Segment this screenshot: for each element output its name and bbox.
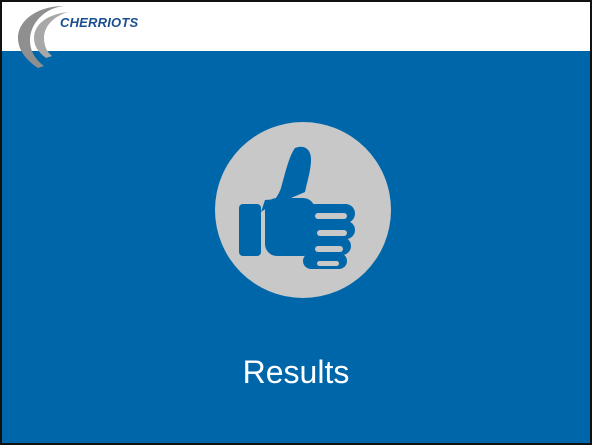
logo-text: CHERRIOTS [60, 15, 139, 30]
slide-body: Results [2, 51, 590, 443]
slide-frame: CHERRIOTS Results [0, 0, 592, 445]
thumbs-up-icon [213, 120, 393, 300]
page-title: Results [242, 354, 350, 390]
